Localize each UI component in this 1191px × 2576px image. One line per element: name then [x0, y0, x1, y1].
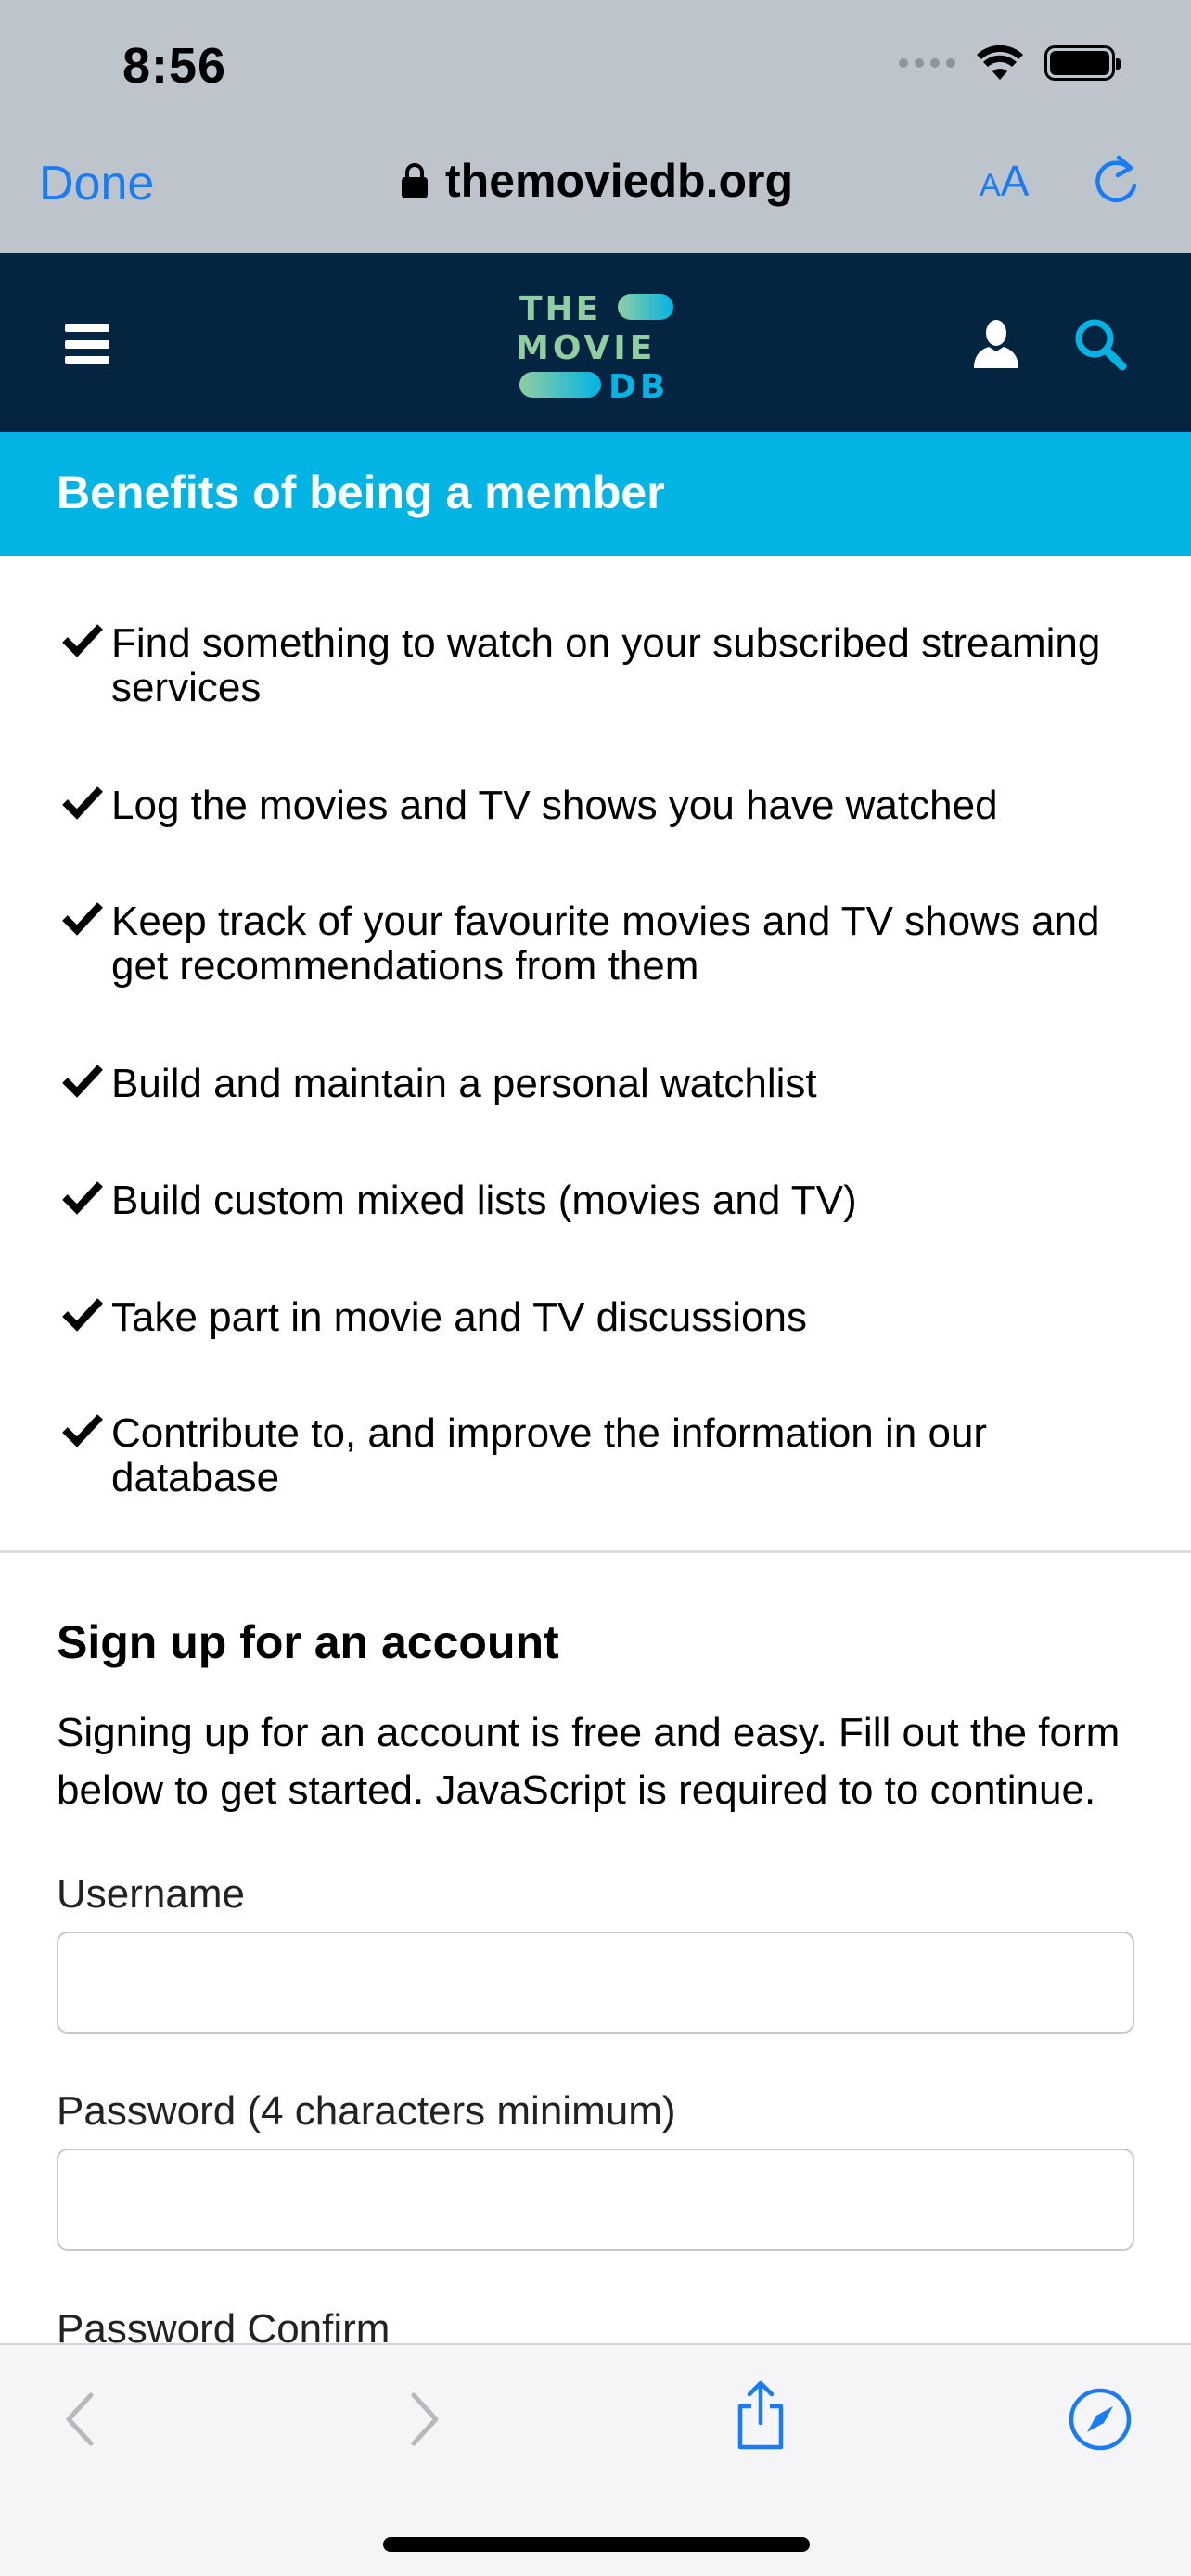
benefit-item: Build and maintain a personal watchlist: [56, 1062, 1150, 1106]
lock-icon: [402, 163, 428, 198]
checkmark-icon: [62, 1298, 103, 1332]
checkmark-icon: [62, 1414, 103, 1447]
benefit-text: Contribute to, and improve the informati…: [111, 1410, 988, 1500]
done-button[interactable]: Done: [39, 156, 154, 211]
benefit-text: Keep track of your favourite movies and …: [111, 899, 1100, 988]
signup-description: Signing up for an account is free and ea…: [57, 1710, 1121, 1813]
battery-icon: [1044, 45, 1121, 81]
benefit-item: Take part in movie and TV discussions: [56, 1295, 1150, 1340]
cellular-signal-icon: [899, 58, 955, 68]
benefits-title: Benefits of being a member: [57, 466, 665, 518]
status-icons: [899, 45, 1121, 82]
benefits-banner: Benefits of being a member: [0, 432, 1191, 556]
checkmark-icon: [62, 786, 103, 820]
benefit-item: Keep track of your favourite movies and …: [56, 899, 1150, 988]
tmdb-logo[interactable]: THE MOVIE DB: [516, 287, 675, 402]
back-icon[interactable]: [61, 2390, 98, 2449]
password-input[interactable]: [57, 2149, 1134, 2251]
benefit-text: Build custom mixed lists (movies and TV): [111, 1178, 857, 1223]
share-icon[interactable]: [731, 2378, 790, 2453]
benefit-text: Build and maintain a personal watchlist: [111, 1061, 817, 1106]
address-bar[interactable]: themoviedb.org: [401, 154, 793, 208]
menu-icon[interactable]: [65, 324, 109, 364]
site-header: THE MOVIE DB: [0, 253, 1191, 432]
home-indicator: [383, 2537, 810, 2552]
benefit-item: Contribute to, and improve the informati…: [56, 1411, 1150, 1500]
status-time: 8:56: [122, 38, 227, 94]
benefit-text: Log the movies and TV shows you have wat…: [111, 783, 998, 828]
benefit-item: Log the movies and TV shows you have wat…: [56, 784, 1150, 828]
section-divider: [0, 1550, 1191, 1553]
benefit-text: Find something to watch on your subscrib…: [111, 620, 1101, 710]
wifi-icon: [977, 45, 1023, 80]
forward-icon[interactable]: [406, 2390, 443, 2449]
checkmark-icon: [62, 1181, 103, 1215]
password-label: Password (4 characters minimum): [57, 2088, 676, 2134]
logo-line-1: THE: [519, 290, 601, 328]
username-label: Username: [57, 1871, 245, 1917]
benefit-text: Take part in movie and TV discussions: [111, 1294, 807, 1340]
search-icon[interactable]: [1072, 316, 1128, 372]
reader-text-size-button[interactable]: AA: [980, 156, 1029, 206]
checkmark-icon: [62, 1065, 103, 1098]
checkmark-icon: [62, 902, 103, 936]
username-input[interactable]: [57, 1932, 1134, 2034]
checkmark-icon: [62, 624, 103, 657]
signup-title: Sign up for an account: [57, 1616, 559, 1668]
reload-icon[interactable]: [1093, 154, 1141, 206]
browser-top-bar: 8:56 Done themoviedb.org AA: [0, 0, 1191, 253]
compass-icon[interactable]: [1067, 2386, 1133, 2453]
logo-line-3: DB: [608, 368, 669, 402]
aa-small-letter: A: [980, 168, 1001, 203]
aa-large-letter: A: [1000, 157, 1030, 205]
url-text: themoviedb.org: [445, 155, 794, 207]
benefit-item: Build custom mixed lists (movies and TV): [56, 1179, 1150, 1223]
logo-line-2: MOVIE: [516, 329, 656, 367]
benefit-item: Find something to watch on your subscrib…: [56, 621, 1150, 710]
user-icon[interactable]: [970, 318, 1022, 370]
